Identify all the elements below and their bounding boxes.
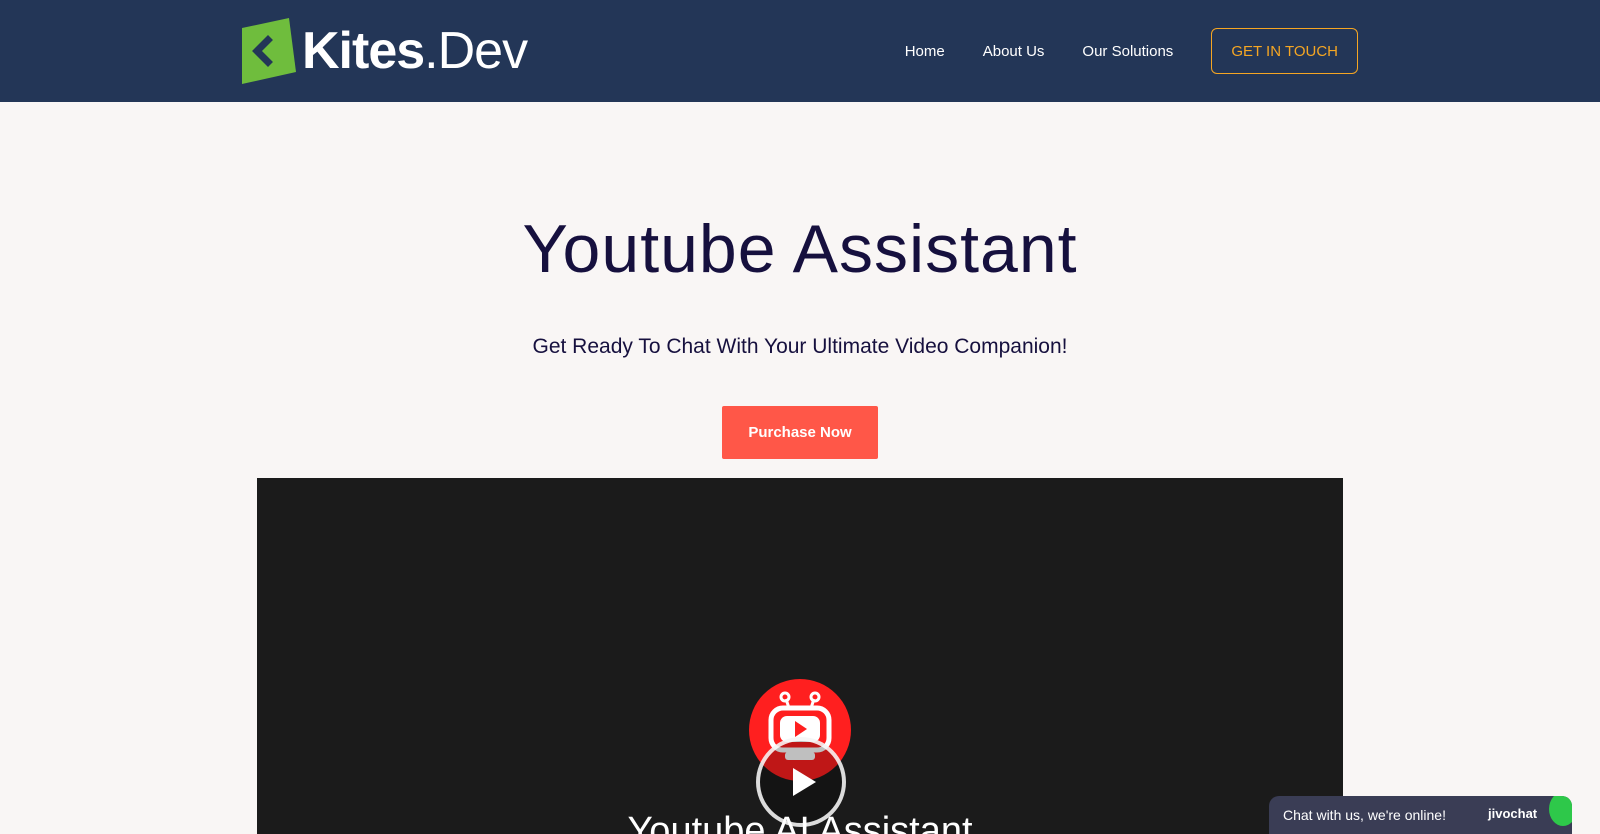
hero-subtitle: Get Ready To Chat With Your Ultimate Vid…: [532, 335, 1068, 358]
purchase-now-button[interactable]: Purchase Now: [722, 406, 878, 459]
site-header: Kites.Dev Home About Us Our Solutions GE…: [0, 0, 1600, 102]
jivochat-logo: jivochat: [1488, 806, 1538, 821]
online-status-icon: [1549, 796, 1572, 826]
video-caption: Youtube AI Assistant: [627, 810, 973, 834]
logo-suffix: .Dev: [424, 22, 528, 80]
main-nav: Home About Us Our Solutions GET IN TOUCH: [905, 28, 1358, 74]
nav-home[interactable]: Home: [905, 43, 945, 60]
logo-text: Kites.Dev: [302, 22, 528, 80]
kitesdev-logo[interactable]: Kites.Dev: [242, 18, 528, 84]
video-player[interactable]: Youtube AI Assistant: [257, 478, 1343, 834]
get-in-touch-button[interactable]: GET IN TOUCH: [1211, 28, 1358, 74]
chat-widget-message: Chat with us, we're online!: [1283, 807, 1446, 823]
logo-name: Kites: [302, 22, 425, 80]
page-title: Youtube Assistant: [522, 211, 1078, 287]
nav-our-solutions[interactable]: Our Solutions: [1082, 43, 1173, 60]
chat-widget[interactable]: Chat with us, we're online! jivochat: [1269, 796, 1572, 834]
nav-about-us[interactable]: About Us: [983, 43, 1045, 60]
kitesdev-logo-icon: [242, 18, 296, 84]
